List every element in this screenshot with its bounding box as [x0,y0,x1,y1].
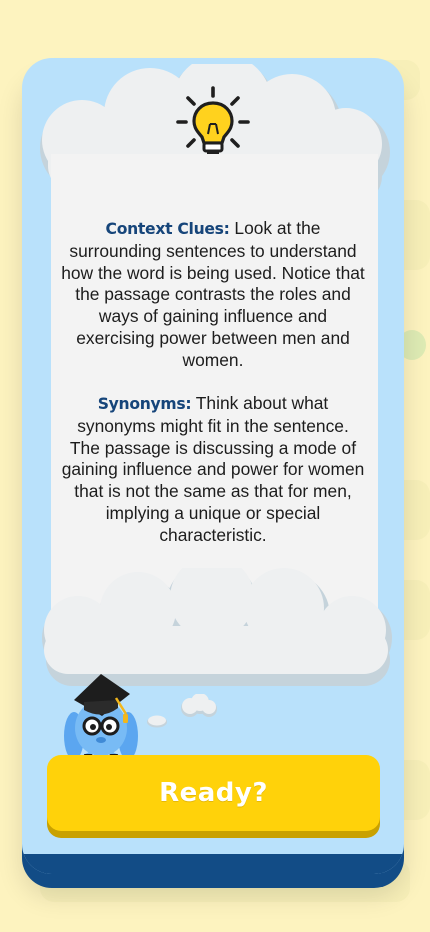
hint-text: Think about what synonyms might fit in t… [61,393,365,545]
hint-text: Look at the surrounding sentences to und… [61,218,365,370]
thought-puff-large [181,694,217,717]
dialog-bottom-edge [22,854,404,874]
hint-title: Context Clues: [105,220,230,238]
ready-button[interactable]: Ready? [47,755,380,831]
lightbulb-icon [176,86,250,156]
hint-dialog: Context Clues: Look at the surrounding s… [22,58,404,874]
hint-context-clues: Context Clues: Look at the surrounding s… [60,218,366,372]
hint-title: Synonyms: [97,395,192,413]
hint-synonyms: Synonyms: Think about what synonyms migh… [60,393,366,547]
